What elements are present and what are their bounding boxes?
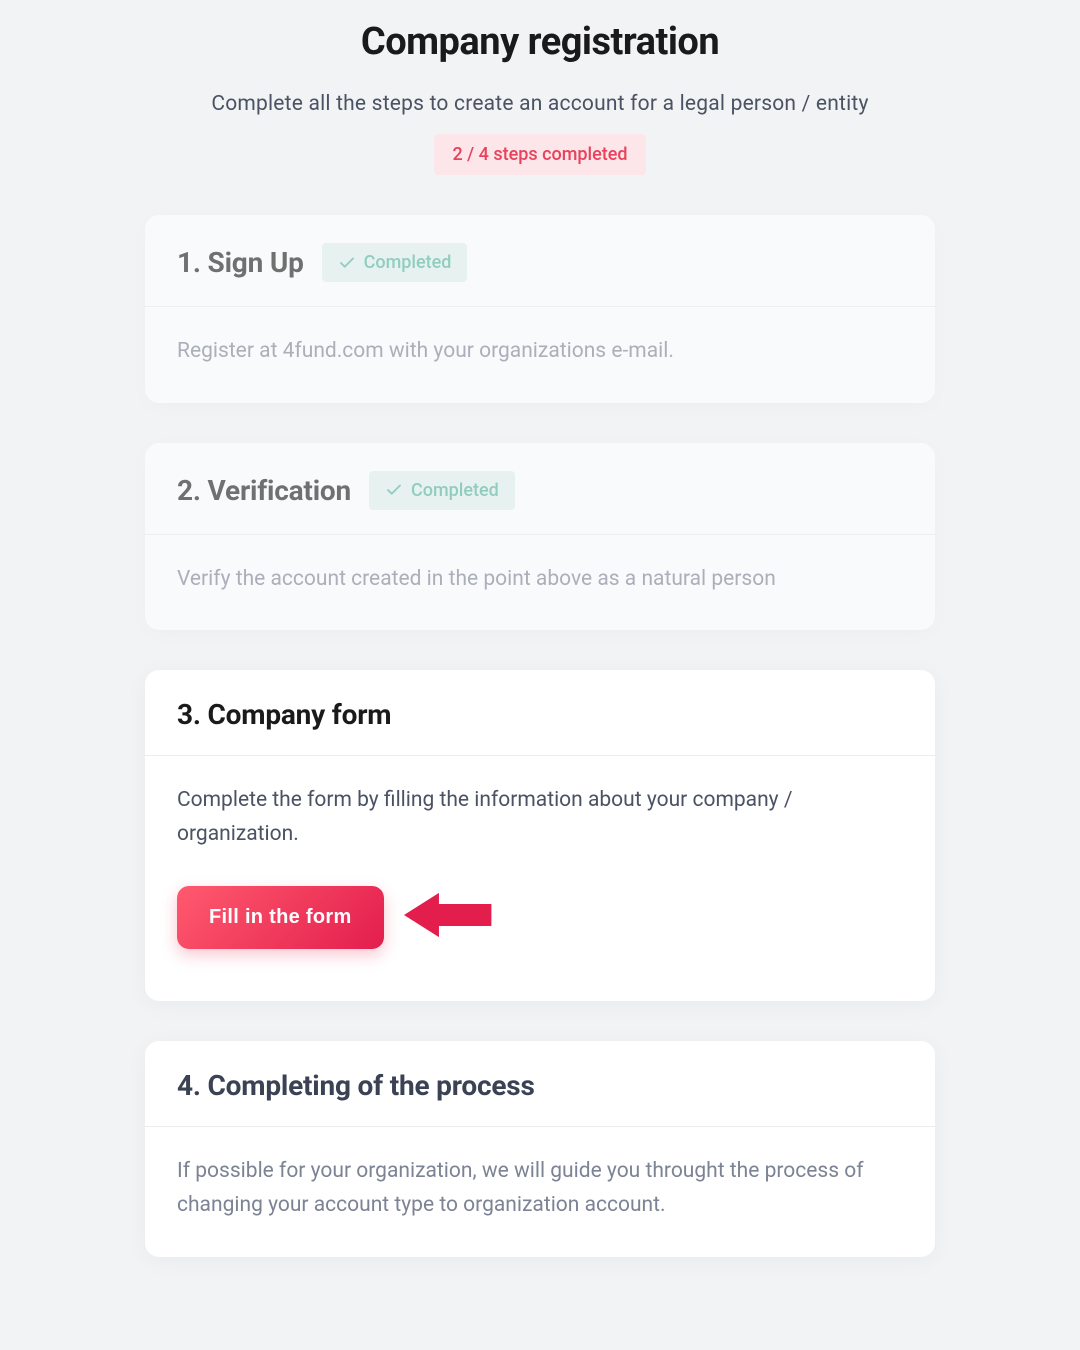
step-title: 2. Verification [177,474,351,507]
step-title: 3. Company form [177,698,391,731]
progress-badge: 2 / 4 steps completed [434,134,645,175]
fill-form-button[interactable]: Fill in the form [177,886,384,949]
step-header: 3. Company form [145,670,935,756]
step-description: Register at 4fund.com with your organiza… [177,335,903,369]
page-container: Company registration Complete all the st… [145,20,935,1257]
step-card-company-form: 3. Company form Complete the form by fil… [145,670,935,1001]
action-row: Fill in the form [177,883,903,951]
step-description: Complete the form by filling the informa… [177,784,903,851]
check-icon [338,254,356,272]
step-header: 4. Completing of the process [145,1041,935,1127]
completed-badge: Completed [369,471,515,510]
step-card-verification: 2. Verification Completed Verify the acc… [145,443,935,631]
step-card-signup: 1. Sign Up Completed Register at 4fund.c… [145,215,935,403]
step-description: Verify the account created in the point … [177,563,903,597]
step-title: 1. Sign Up [177,246,304,279]
page-subtitle: Complete all the steps to create an acco… [145,92,935,116]
arrow-left-icon [404,883,496,951]
step-body: Complete the form by filling the informa… [145,756,935,1001]
step-body: Register at 4fund.com with your organiza… [145,307,935,403]
completed-badge: Completed [322,243,468,282]
completed-label: Completed [411,480,499,501]
check-icon [385,481,403,499]
step-header: 2. Verification Completed [145,443,935,535]
step-description: If possible for your organization, we wi… [177,1155,903,1222]
step-body: If possible for your organization, we wi… [145,1127,935,1256]
page-title: Company registration [145,20,935,64]
step-header: 1. Sign Up Completed [145,215,935,307]
completed-label: Completed [364,252,452,273]
step-body: Verify the account created in the point … [145,535,935,631]
step-card-completing: 4. Completing of the process If possible… [145,1041,935,1256]
step-title: 4. Completing of the process [177,1069,535,1102]
